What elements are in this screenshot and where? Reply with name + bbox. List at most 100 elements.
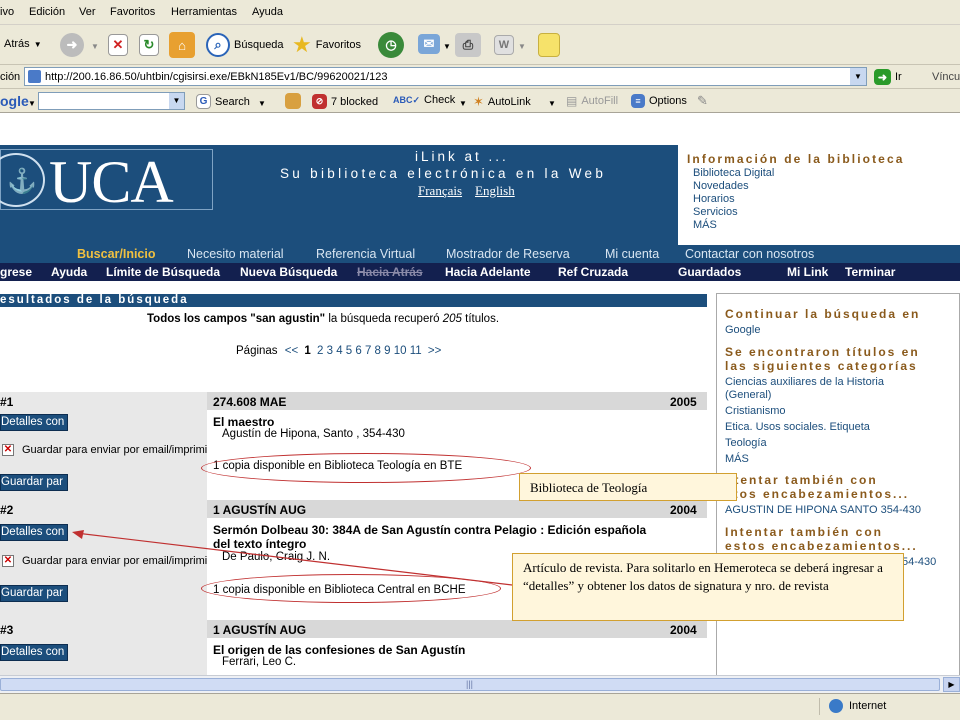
result-3-details-button[interactable]: Detalles con <box>0 644 68 661</box>
result-3-author[interactable]: Ferrari, Leo C. <box>222 656 296 668</box>
pages-next-link[interactable]: >> <box>428 345 441 357</box>
info-link-more[interactable]: MÁS <box>693 219 717 231</box>
nav2-ingresar[interactable]: gresе <box>0 265 32 279</box>
menu-view[interactable]: Ver <box>79 6 96 18</box>
url-input[interactable]: http://200.16.86.50/uhtbin/cgisirsi.exe/… <box>24 67 867 86</box>
options-label: Options <box>649 95 687 107</box>
menu-edit[interactable]: Edición <box>29 6 65 18</box>
nav2-cross-ref[interactable]: Ref Cruzada <box>558 265 628 279</box>
google-search-button[interactable]: G Search <box>196 94 250 109</box>
banner-line1: iLink at ... <box>415 149 509 164</box>
nav-my-account[interactable]: Mi cuenta <box>605 247 659 261</box>
pencil-icon[interactable]: ✎ <box>697 93 708 109</box>
nav-need-material[interactable]: Necesito material <box>187 247 284 261</box>
menu-file[interactable]: ivo <box>0 6 14 18</box>
home-icon[interactable]: ⌂ <box>169 32 195 58</box>
nav2-back[interactable]: Hacia Atrás <box>357 265 423 279</box>
history-icon[interactable]: ◷ <box>378 32 404 58</box>
sidebar-category-more[interactable]: MÁS <box>725 453 749 466</box>
menu-favorites[interactable]: Favoritos <box>110 6 155 18</box>
lang-english-link[interactable]: English <box>475 183 515 199</box>
back-button[interactable]: Atrás ▼ <box>4 38 42 50</box>
mail-dropdown-icon[interactable]: ▼ <box>443 42 451 51</box>
autofill-button[interactable]: ▤ AutoFill <box>566 94 618 108</box>
callout-teologia: Biblioteca de Teología <box>519 473 737 501</box>
sidebar-category-3[interactable]: Etica. Usos sociales. Etiqueta <box>725 421 870 434</box>
info-heading: Información de la biblioteca <box>687 152 905 166</box>
options-button[interactable]: ≡ Options <box>631 94 687 108</box>
favorites-button[interactable]: ★ Favoritos <box>292 33 361 57</box>
sidebar-category-1-cont[interactable]: (General) <box>725 389 771 402</box>
result-1-author[interactable]: Agustín de Hipona, Santo , 354-430 <box>222 428 405 440</box>
summary-query: Todos los campos "san agustin" <box>147 313 326 325</box>
menu-tools[interactable]: Herramientas <box>171 6 237 18</box>
result-1-details-button[interactable]: Detalles con <box>0 414 68 431</box>
nav-contact[interactable]: Contactar con nosotros <box>685 247 814 261</box>
sidebar-found-heading-1: Se encontraron títulos en <box>725 345 920 359</box>
nav2-new-search[interactable]: Nueva Búsqueda <box>240 265 337 279</box>
pages-links[interactable]: 2 3 4 5 6 7 8 9 10 11 <box>317 345 422 357</box>
nav2-search-limit[interactable]: Límite de Búsqueda <box>106 265 220 279</box>
stop-icon[interactable]: ✕ <box>108 34 128 56</box>
result-1-save-checkbox[interactable]: ✕ <box>2 444 14 456</box>
sidebar-category-4[interactable]: Teología <box>725 437 767 450</box>
google-search-input[interactable]: ▼ <box>38 92 185 110</box>
nav2-help[interactable]: Ayuda <box>51 265 87 279</box>
scroll-right-button[interactable]: ▶ <box>943 677 960 692</box>
url-dropdown-icon[interactable]: ▼ <box>850 68 866 85</box>
info-link-digital[interactable]: Biblioteca Digital <box>693 167 774 179</box>
google-menu-dropdown-icon[interactable]: ▼ <box>28 99 36 108</box>
sidebar-continue-heading: Continuar la búsqueda en <box>725 307 921 321</box>
sidebar-category-2[interactable]: Cristianismo <box>725 405 786 418</box>
nav2-logout[interactable]: Terminar <box>845 265 895 279</box>
result-3-year: 2004 <box>670 623 697 637</box>
go-label: Ir <box>895 71 902 83</box>
autolink-button[interactable]: ✶ AutoLink <box>473 94 531 110</box>
google-input-dropdown-icon[interactable]: ▼ <box>169 93 184 109</box>
search-button[interactable]: ⌕ Búsqueda <box>206 33 284 57</box>
nav-search-home[interactable]: Buscar/Inicio <box>77 247 156 261</box>
google-brand: ogle <box>0 93 29 109</box>
result-1-title[interactable]: El maestro <box>213 415 274 429</box>
popup-blocker-button[interactable]: ⊘ 7 blocked <box>312 94 378 109</box>
horizontal-scrollbar[interactable]: ||| ▶ <box>0 675 960 693</box>
search-dropdown-icon[interactable]: ▼ <box>258 99 266 108</box>
result-1-save-button[interactable]: Guardar par <box>0 474 68 491</box>
sidebar-google-link[interactable]: Google <box>725 324 760 337</box>
print-icon[interactable]: ⎙ <box>455 33 481 57</box>
forward-dropdown-icon[interactable]: ▼ <box>91 42 99 51</box>
banner-line2: Su biblioteca electrónica en la Web <box>280 166 607 181</box>
sidebar-try-link-1[interactable]: AGUSTIN DE HIPONA SANTO 354-430 <box>725 504 921 517</box>
autolink-dropdown-icon[interactable]: ▼ <box>548 99 556 108</box>
check-dropdown-icon[interactable]: ▼ <box>459 99 467 108</box>
address-label: ción <box>0 71 21 83</box>
dropdown-arrow-icon[interactable]: ▼ <box>34 40 42 49</box>
lang-french-link[interactable]: Français <box>418 183 462 199</box>
forward-icon[interactable]: ➜ <box>60 33 84 57</box>
nav2-saved[interactable]: Guardados <box>678 265 741 279</box>
nav-virtual-reference[interactable]: Referencia Virtual <box>316 247 415 261</box>
note-icon[interactable] <box>538 33 560 57</box>
links-label[interactable]: Víncul <box>932 71 960 83</box>
library-info-box: Información de la biblioteca Biblioteca … <box>678 145 960 245</box>
menu-help[interactable]: Ayuda <box>252 6 283 18</box>
edit-dropdown-icon[interactable]: ▼ <box>518 42 526 51</box>
edit-icon[interactable]: W <box>494 35 514 55</box>
nav2-my-link[interactable]: Mi Link <box>787 265 828 279</box>
pages-prev-link[interactable]: << <box>285 345 298 357</box>
nav2-forward[interactable]: Hacia Adelante <box>445 265 531 279</box>
logo-text: UCA <box>49 149 174 215</box>
back-label: Atrás <box>4 38 30 50</box>
info-link-hours[interactable]: Horarios <box>693 193 735 205</box>
sidebar-category-1[interactable]: Ciencias auxiliares de la Historia <box>725 376 884 389</box>
info-link-news[interactable]: Novedades <box>693 180 749 192</box>
go-button[interactable]: ➜ Ir <box>874 69 902 85</box>
nav-reserve-desk[interactable]: Mostrador de Reserva <box>446 247 570 261</box>
mail-icon[interactable]: ✉ <box>418 34 440 54</box>
news-icon[interactable] <box>285 93 301 109</box>
spellcheck-button[interactable]: ABC✓ Check <box>393 94 455 106</box>
sidebar-try-link-2[interactable]: 54-430 <box>902 556 936 569</box>
refresh-icon[interactable]: ↻ <box>139 34 159 56</box>
info-link-services[interactable]: Servicios <box>693 206 738 218</box>
result-3-title[interactable]: El origen de las confesiones de San Agus… <box>213 643 465 657</box>
